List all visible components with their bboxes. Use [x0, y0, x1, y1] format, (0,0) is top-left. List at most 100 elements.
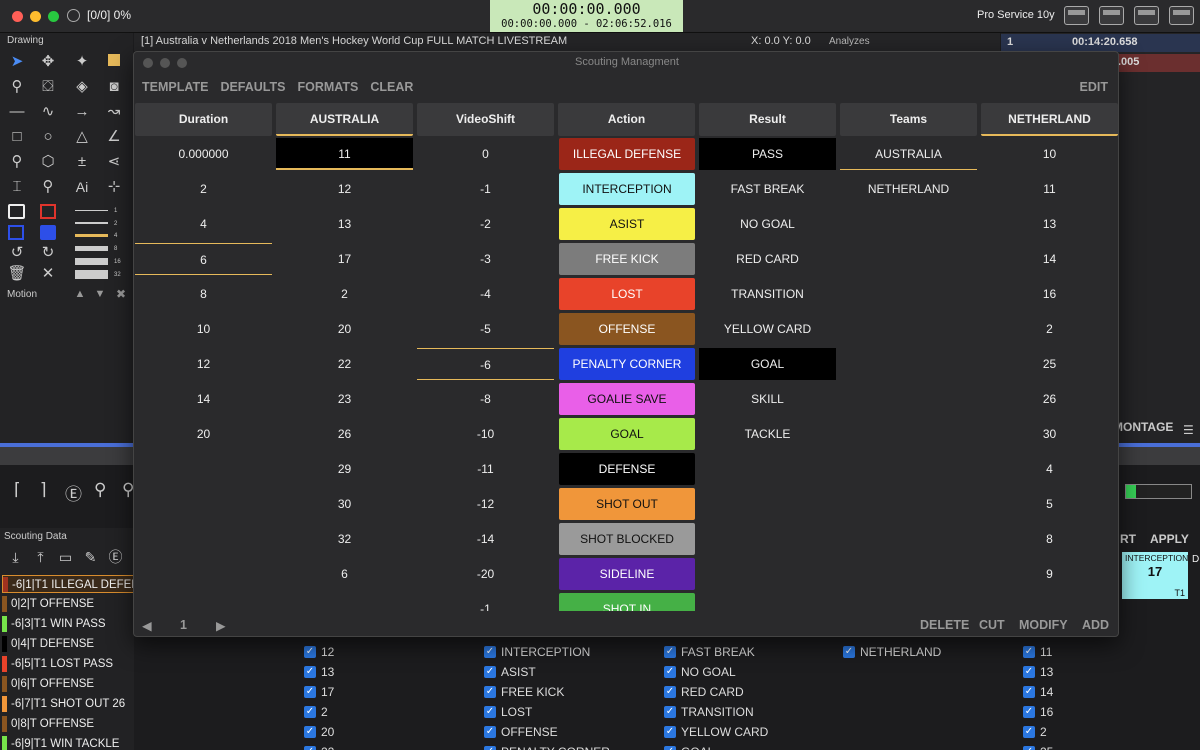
column-header[interactable]: Result — [699, 103, 836, 136]
checkmark-icon[interactable]: ✓ — [664, 686, 676, 698]
scouting-item[interactable]: 0|4|T DEFENSE — [2, 635, 134, 653]
export-icon[interactable]: Ⓔ — [108, 550, 123, 565]
template-button[interactable]: TEMPLATE — [142, 80, 208, 94]
checkmark-icon[interactable]: ✓ — [484, 706, 496, 718]
action-button[interactable]: SHOT BLOCKED — [559, 523, 695, 555]
column-value[interactable]: -8 — [417, 383, 554, 415]
action-button[interactable]: FREE KICK — [559, 243, 695, 275]
layers-tool-icon[interactable]: ◈ — [72, 77, 92, 97]
action-button[interactable]: SHOT IN — [559, 593, 695, 611]
column-value[interactable]: 4 — [135, 208, 272, 240]
line-size-8[interactable] — [75, 246, 108, 251]
checkmark-icon[interactable]: ✓ — [304, 686, 316, 698]
player-tool-icon[interactable]: ⚲ — [38, 177, 58, 197]
action-button[interactable]: SHOT OUT — [559, 488, 695, 520]
line-size-1[interactable] — [75, 210, 108, 211]
column-value[interactable]: NO GOAL — [699, 208, 836, 240]
rectangle-tool-icon[interactable]: □ — [7, 127, 27, 147]
column-value[interactable]: 16 — [981, 278, 1118, 310]
action-button[interactable]: ASIST — [559, 208, 695, 240]
column-header[interactable]: VideoShift — [417, 103, 554, 136]
magnifier-tool-icon[interactable]: ⚲ — [7, 152, 27, 172]
mark-out-icon[interactable]: ⌉ — [40, 480, 47, 500]
column-value[interactable]: 20 — [276, 313, 413, 345]
column-value[interactable]: 12 — [276, 173, 413, 205]
line-size-4[interactable] — [75, 234, 108, 237]
column-value[interactable]: 30 — [981, 418, 1118, 450]
column-value[interactable]: 23 — [276, 383, 413, 415]
checkmark-icon[interactable]: ✓ — [1023, 726, 1035, 738]
line-tool-icon[interactable]: — — [7, 102, 27, 122]
prev-page-icon[interactable]: ◀ — [142, 618, 152, 633]
column-value[interactable]: 5 — [981, 488, 1118, 520]
cone-tool-icon[interactable]: △ — [72, 127, 92, 147]
checkmark-icon[interactable]: ✓ — [664, 666, 676, 678]
counter-tool-icon[interactable]: ± — [72, 152, 92, 172]
scouting-item[interactable]: -6|9|T1 WIN TACKLE — [2, 735, 134, 750]
column-value[interactable]: -14 — [417, 523, 554, 555]
line-size-16[interactable] — [75, 258, 108, 265]
column-value[interactable]: 12 — [135, 348, 272, 380]
checkmark-icon[interactable]: ✓ — [304, 746, 316, 750]
scouting-item[interactable]: -6|5|T1 LOST PASS — [2, 655, 134, 673]
edit-button[interactable]: EDIT — [1080, 80, 1108, 94]
motion-delete-icon[interactable]: ✖ — [111, 284, 131, 304]
record-indicator-icon[interactable] — [67, 9, 80, 22]
action-button[interactable]: LOST — [559, 278, 695, 310]
connect-tool-icon[interactable]: ⋖ — [104, 152, 124, 172]
apply-button[interactable]: APPLY — [1150, 532, 1189, 546]
cut-button[interactable]: CUT — [979, 618, 1005, 632]
trash-icon[interactable]: 🗑 — [7, 264, 27, 284]
checkmark-icon[interactable]: ✓ — [1023, 646, 1035, 658]
column-value[interactable]: 29 — [276, 453, 413, 485]
action-button[interactable]: GOAL — [559, 418, 695, 450]
column-value[interactable]: GOAL — [699, 348, 836, 380]
column-value[interactable]: 26 — [276, 418, 413, 450]
undo-icon[interactable]: ↺ — [7, 243, 27, 263]
crop-tool-icon[interactable]: ⊹ — [104, 177, 124, 197]
action-button[interactable]: OFFENSE — [559, 313, 695, 345]
column-value[interactable]: 6 — [276, 558, 413, 590]
column-value[interactable]: 6 — [135, 243, 272, 275]
checkmark-icon[interactable]: ✓ — [484, 686, 496, 698]
window-icon[interactable]: ▭ — [58, 550, 73, 565]
checkmark-icon[interactable]: ✓ — [484, 646, 496, 658]
scouting-item[interactable]: -6|3|T1 WIN PASS — [2, 615, 134, 633]
scouting-item[interactable]: -6|1|T1 ILLEGAL DEFENSE — [2, 575, 134, 593]
checkmark-icon[interactable]: ✓ — [484, 746, 496, 750]
checkmark-icon[interactable]: ✓ — [1023, 686, 1035, 698]
column-value[interactable]: 13 — [981, 208, 1118, 240]
montage-label[interactable]: MONTAGE — [1113, 420, 1173, 434]
defaults-button[interactable]: DEFAULTS — [220, 80, 285, 94]
column-value[interactable]: -1 — [417, 593, 554, 611]
column-value[interactable]: -1 — [417, 173, 554, 205]
pointer-tool-icon[interactable]: ➤ — [7, 52, 27, 72]
action-button[interactable]: SIDELINE — [559, 558, 695, 590]
curved-arrow-tool-icon[interactable]: ↝ — [104, 102, 124, 122]
event-icon[interactable]: Ⓔ — [65, 480, 82, 505]
column-value[interactable]: 8 — [135, 278, 272, 310]
column-value[interactable]: -12 — [417, 488, 554, 520]
fill-blue-swatch[interactable] — [40, 225, 56, 240]
rt-label[interactable]: RT — [1120, 532, 1136, 546]
checkmark-icon[interactable]: ✓ — [843, 646, 855, 658]
star-tool-icon[interactable]: ✦ — [72, 52, 92, 72]
scouting-item[interactable]: 0|8|T OFFENSE — [2, 715, 134, 733]
column-value[interactable]: -5 — [417, 313, 554, 345]
checkmark-icon[interactable]: ✓ — [304, 666, 316, 678]
column-value[interactable]: 14 — [135, 383, 272, 415]
clip-row[interactable]: 1 00:14:20.658 — [1001, 34, 1200, 52]
checkmark-icon[interactable]: ✓ — [664, 706, 676, 718]
column-header[interactable]: NETHERLAND — [981, 103, 1118, 136]
action-button[interactable]: DEFENSE — [559, 453, 695, 485]
fill-color-icon[interactable] — [104, 52, 124, 72]
brush-tool-icon[interactable]: ⚲ — [7, 77, 27, 97]
redo-icon[interactable]: ↻ — [38, 243, 58, 263]
layout-1-button[interactable] — [1064, 6, 1089, 25]
column-header[interactable]: Duration — [135, 103, 272, 136]
column-value[interactable]: 14 — [981, 243, 1118, 275]
checkmark-icon[interactable]: ✓ — [484, 726, 496, 738]
line-size-2[interactable] — [75, 222, 108, 224]
polygon-tool-icon[interactable]: ⬡ — [38, 152, 58, 172]
column-value[interactable]: TACKLE — [699, 418, 836, 450]
